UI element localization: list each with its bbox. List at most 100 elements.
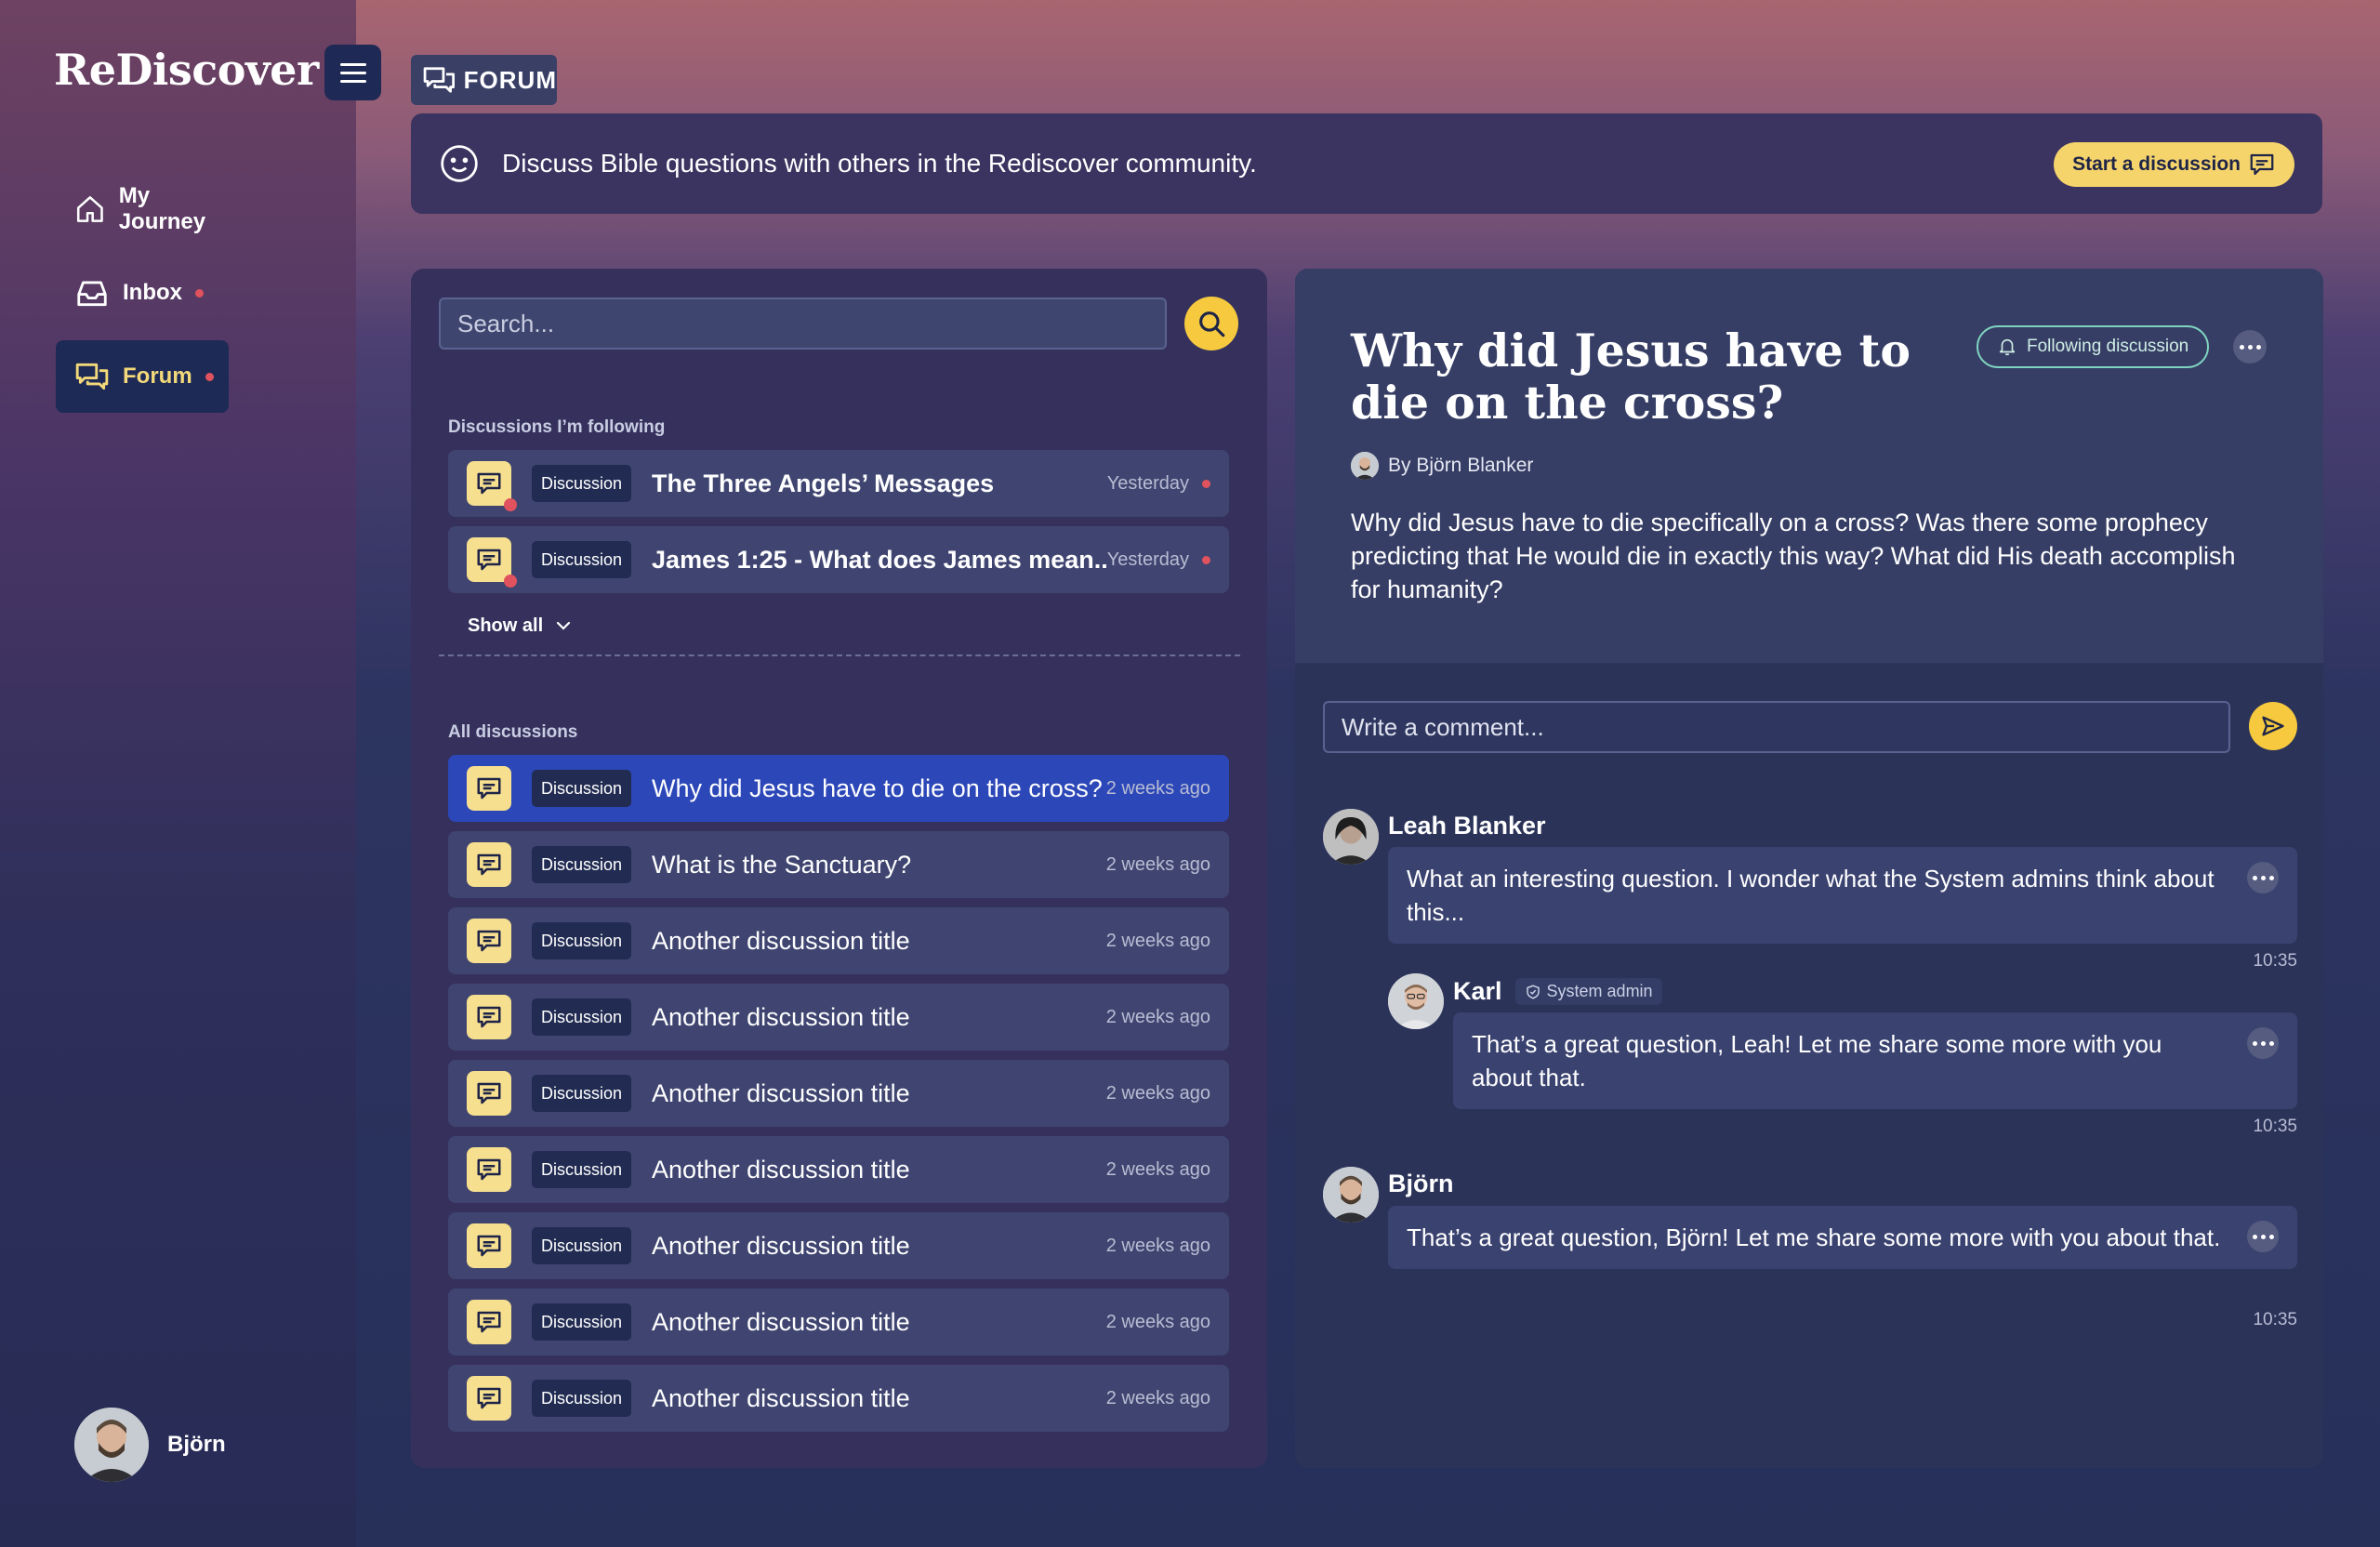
discussion-title: Another discussion title [652,1307,910,1336]
more-options-button[interactable] [2233,330,2267,364]
discussion-icon-box [467,461,517,511]
list-item[interactable]: Discussion James 1:25 - What does James … [448,526,1229,593]
comment-time: 10:35 [2253,951,2297,971]
unread-dot [504,498,517,511]
following-discussion-button[interactable]: Following discussion [1977,325,2210,368]
comment-author: Leah Blanker [1388,812,1546,840]
app-logo[interactable]: ReDiscover [54,45,319,95]
comment-text: That’s a great question, Leah! Let me sh… [1472,1030,2162,1091]
sidebar-item-my-journey[interactable]: My Journey [56,173,229,245]
discussion-icon-box [467,1376,511,1421]
discussion-time: 2 weeks ago [1105,1006,1210,1027]
hamburger-icon [339,62,366,66]
comment-icon [477,930,501,952]
comment-icon [477,1387,501,1409]
comment-bubble: What an interesting question. I wonder w… [1388,847,2297,944]
avatar [1323,1167,1379,1223]
comment-bubble: That’s a great question, Leah! Let me sh… [1453,1012,2297,1109]
discussion-title: Another discussion title [652,1002,910,1031]
section-label: FORUM [463,65,557,94]
comment-more-button[interactable] [2247,1027,2279,1059]
list-item[interactable]: Discussion Another discussion title 2 week… [448,1060,1229,1127]
list-item[interactable]: Discussion What is the Sanctuary? 2 weeks … [448,831,1229,898]
unread-dot [504,575,517,588]
send-button[interactable] [2249,702,2297,750]
comment-author: Karl System admin [1453,977,1662,1006]
discussion-tag: Discussion [532,465,632,502]
start-discussion-button[interactable]: Start a discussion [2054,142,2294,187]
discussion-tag: Discussion [532,1075,632,1112]
sidebar-item-label: Inbox [123,280,182,305]
sidebar-item-forum[interactable]: Forum [56,340,229,413]
ellipsis-icon [2252,875,2257,880]
banner-text: Discuss Bible questions with others in t… [502,149,1257,178]
discussion-title: Another discussion title [652,1155,910,1183]
comment-author: Björn [1388,1170,1454,1197]
discussion-title: Another discussion title [652,1231,910,1260]
discussion-time: 2 weeks ago [1105,853,1210,875]
discussion-tag: Discussion [532,998,632,1036]
comment-input[interactable]: Write a comment... [1323,701,2230,753]
chat-icon [423,67,455,93]
comment-icon [477,549,501,571]
start-discussion-label: Start a discussion [2072,153,2241,175]
comment-icon [477,472,501,495]
comment-icon [477,853,501,876]
show-all-button[interactable]: Show all [468,615,575,637]
list-item[interactable]: Discussion Why did Jesus have to die on t… [448,755,1229,822]
list-item[interactable]: Discussion The Three Angels’ Messages Ye… [448,450,1229,517]
discussion-title: Another discussion title [652,1078,910,1107]
comment-icon [477,1158,501,1181]
list-item[interactable]: Discussion Another discussion title 2 week… [448,1136,1229,1203]
discussion-title: James 1:25 - What does James mean... [652,545,1107,574]
list-item[interactable]: Discussion Another discussion title 2 week… [448,1212,1229,1279]
comment-bubble: That’s a great question, Björn! Let me s… [1388,1206,2297,1269]
discussion-icon-box [467,919,511,963]
ellipsis-icon [2252,1234,2257,1239]
divider [439,654,1240,656]
comment-text: That’s a great question, Björn! Let me s… [1407,1223,2221,1251]
avatar-image [1351,452,1379,480]
discussion-title: Why did Jesus have to die on the cross? [1351,324,1911,430]
comment-more-button[interactable] [2247,1221,2279,1252]
question-text: Why did Jesus have to die specifically o… [1351,509,2236,603]
inbox-icon [77,281,107,307]
comment-icon [477,1082,501,1104]
discussion-time: 2 weeks ago [1105,1082,1210,1104]
comment-icon [477,777,501,800]
discussion-title: Another discussion title [652,926,910,955]
user-profile[interactable]: Björn [74,1408,226,1482]
sidebar-item-label: Forum [123,364,192,389]
search-input[interactable]: Search... [439,298,1167,350]
comment-text: What an interesting question. I wonder w… [1407,865,2215,926]
discussion-time: Yesterday [1107,473,1210,495]
list-item[interactable]: Discussion Another discussion title 2 week… [448,1289,1229,1355]
chat-icon [75,363,109,390]
ellipsis-icon [2239,344,2244,350]
list-item[interactable]: Discussion Another discussion title 2 week… [448,1365,1229,1432]
list-item[interactable]: Discussion Another discussion title 2 week… [448,907,1229,974]
section-tag: FORUM [411,55,557,105]
unread-dot [1202,555,1210,564]
discussion-title: Why did Jesus have to die on the cross? [652,774,1103,802]
avatar [1351,452,1379,480]
following-label: Discussions I’m following [448,417,666,437]
comment-more-button[interactable] [2247,862,2279,893]
smiley-icon [441,145,478,182]
home-icon [76,196,103,222]
discussion-time: 2 weeks ago [1105,777,1210,799]
search-button[interactable] [1184,297,1238,350]
discussion-header: Why did Jesus have to die on the cross? … [1295,269,2323,663]
discussion-tag: Discussion [532,1380,632,1417]
info-banner: Discuss Bible questions with others in t… [411,113,2322,214]
sidebar-item-inbox[interactable]: Inbox [56,257,229,329]
menu-toggle-button[interactable] [324,45,381,100]
comment-icon [2250,153,2274,176]
avatar-image [1388,973,1444,1029]
list-item[interactable]: Discussion Another discussion title 2 week… [448,984,1229,1051]
discussion-icon-box [467,1300,511,1344]
chevron-down-icon [557,621,571,630]
discussion-time: 2 weeks ago [1105,1311,1210,1332]
shield-check-icon [1526,985,1540,998]
discussion-icon-box [467,766,511,811]
